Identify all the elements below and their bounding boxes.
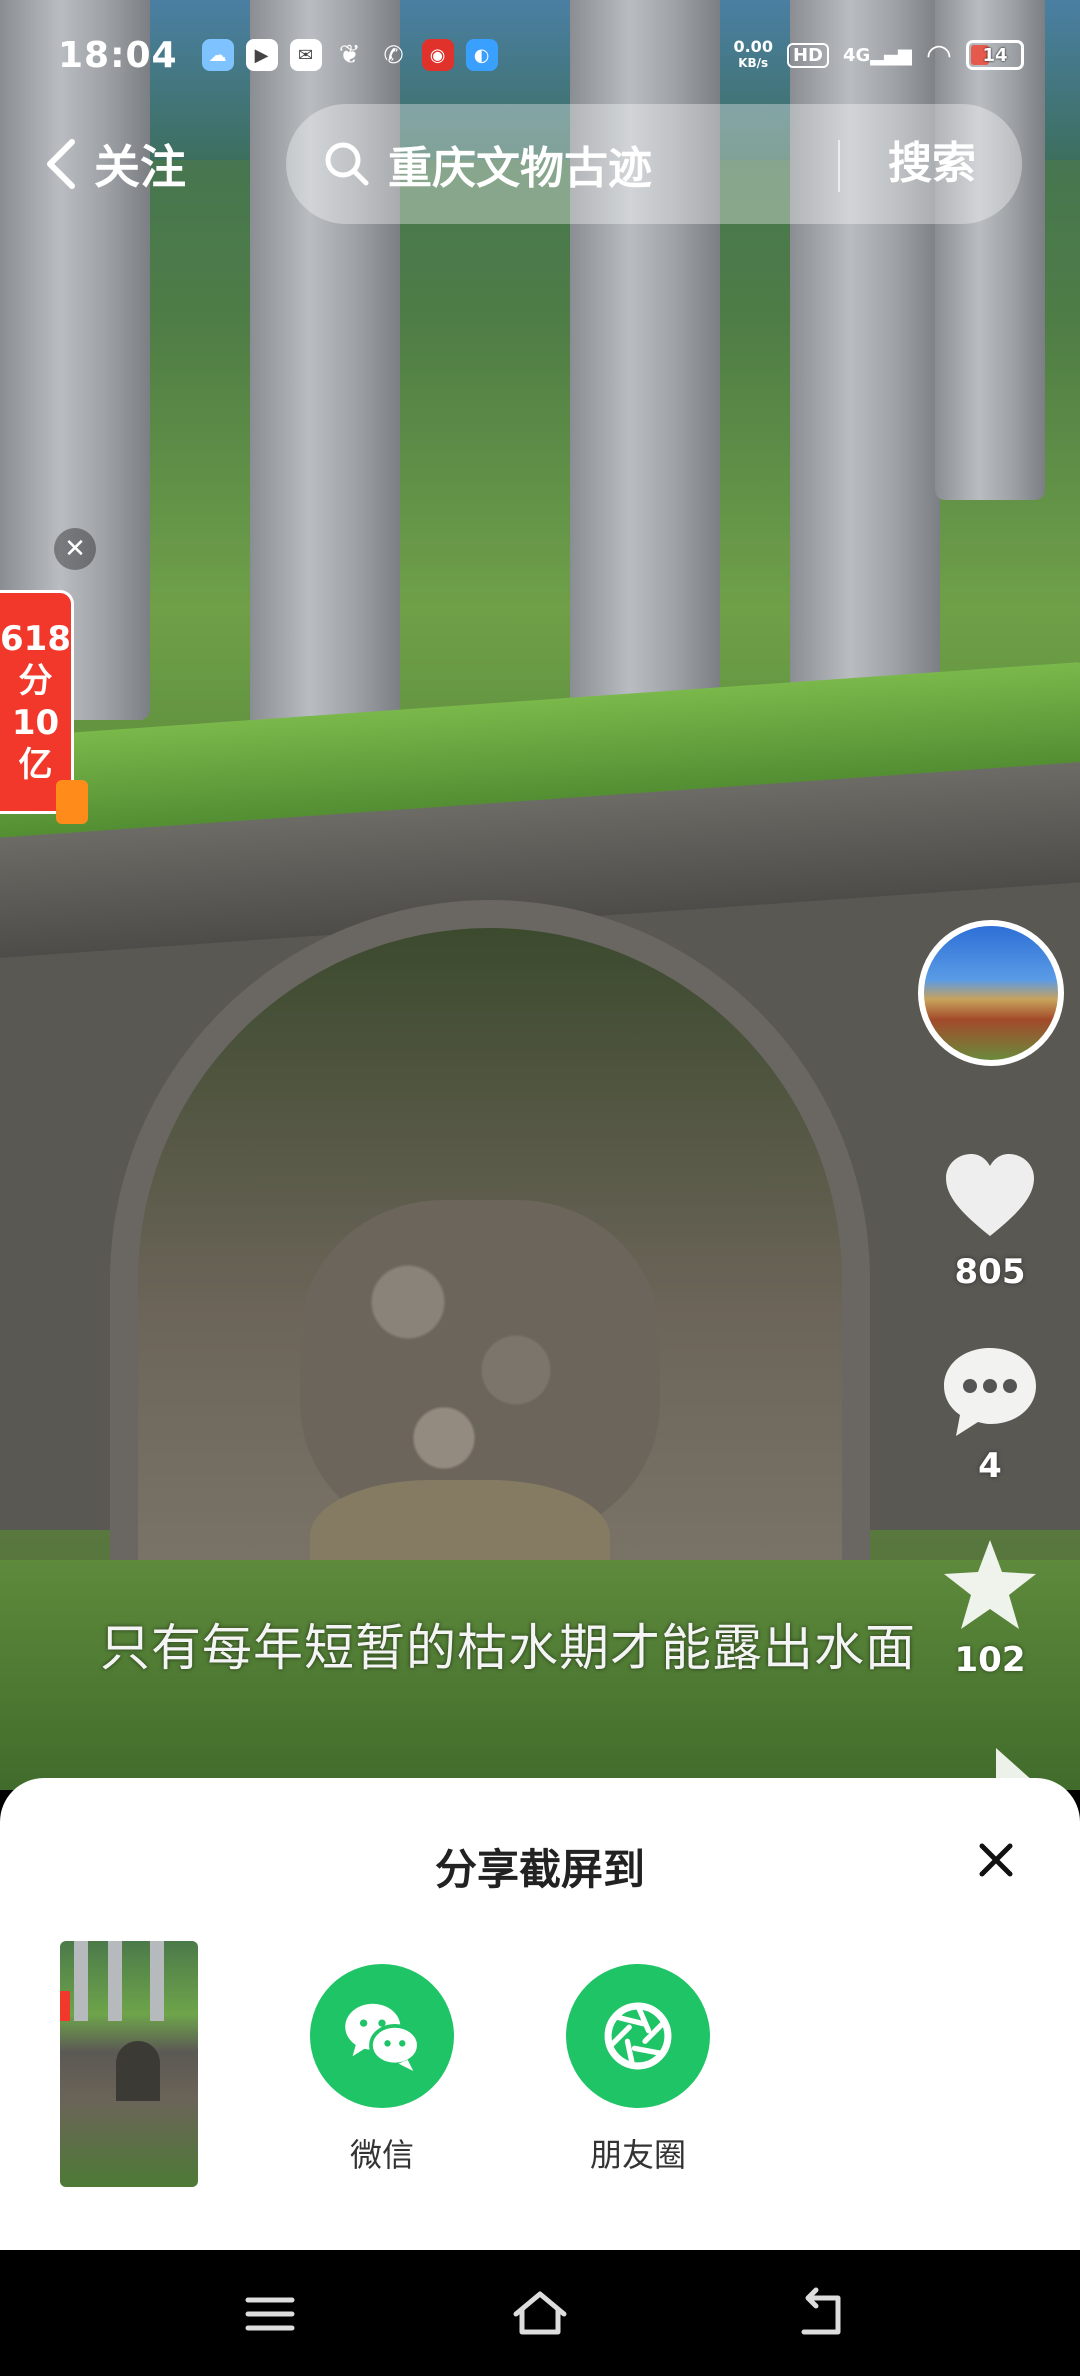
video-player[interactable] xyxy=(0,0,1080,1790)
share-moments[interactable]: 朋友圈 xyxy=(558,1964,718,2176)
share-button[interactable] xyxy=(930,1738,1050,1778)
signal-label: 4G xyxy=(842,44,871,66)
close-icon: ✕ xyxy=(64,534,86,564)
star-icon xyxy=(944,1540,1036,1629)
promo-text: 分 xyxy=(18,661,53,701)
search-button[interactable]: 搜索 xyxy=(888,104,976,224)
back-button[interactable]: 关注 xyxy=(40,124,186,204)
search-divider xyxy=(838,140,840,192)
promo-text: 亿 xyxy=(18,745,53,785)
red-envelope-icon xyxy=(56,780,88,824)
search-input[interactable]: 重庆文物古迹 xyxy=(388,132,652,196)
hd-badge: HD xyxy=(786,42,829,68)
like-button[interactable]: 805 xyxy=(930,1148,1050,1292)
wifi-icon: ◠ xyxy=(925,37,952,73)
heart-icon xyxy=(946,1154,1034,1236)
moments-icon xyxy=(566,1964,710,2108)
share-sheet-title: 分享截屏到 xyxy=(434,1845,645,1894)
search-bar[interactable]: 重庆文物古迹 搜索 xyxy=(286,104,1022,224)
favorite-button[interactable]: 102 xyxy=(930,1536,1050,1680)
top-nav: 关注 重庆文物古迹 搜索 xyxy=(0,104,1080,224)
favorite-count: 102 xyxy=(954,1640,1026,1680)
screenshot-thumbnail[interactable] xyxy=(60,1941,198,2187)
thumb-arch xyxy=(116,2041,160,2101)
share-icon xyxy=(996,1748,1030,1778)
thumb-pillar xyxy=(150,1941,164,2021)
share-moments-label: 朋友圈 xyxy=(589,2136,686,2174)
share-wechat-label: 微信 xyxy=(349,2136,414,2174)
system-nav-bar xyxy=(0,2250,1080,2376)
thumb-promo xyxy=(60,1991,70,2021)
promo-text: 618 xyxy=(0,619,71,659)
notification-icons: ☁ ▶ ✉ ❦ ✆ ◉ ◐ xyxy=(201,39,498,71)
battery-level: 14 xyxy=(982,44,1008,66)
like-count: 805 xyxy=(954,1252,1026,1292)
mail-app-icon: ✉ xyxy=(289,39,322,71)
net-speed-value: 0.00 xyxy=(733,37,773,56)
comment-icon xyxy=(944,1348,1036,1436)
home-icon[interactable] xyxy=(510,2284,570,2344)
status-bar: 18:04 ☁ ▶ ✉ ❦ ✆ ◉ ◐ 0.00 KB/s HD 4G▂▄▆ ◠… xyxy=(0,0,1080,110)
comment-button[interactable]: 4 xyxy=(930,1342,1050,1486)
video-app-icon: ▶ xyxy=(245,39,278,71)
wechat-icon xyxy=(310,1964,454,2108)
comment-count: 4 xyxy=(978,1446,1002,1486)
weather-app-icon: ☁ xyxy=(201,39,234,71)
wechat-notification-icon: ✆ xyxy=(383,41,404,69)
back-label: 关注 xyxy=(94,140,186,194)
video-caption: 只有每年短暂的枯水期才能露出水面 xyxy=(100,1619,916,1677)
news-app-icon: ◉ xyxy=(421,39,454,71)
net-speed: 0.00 KB/s xyxy=(733,39,772,71)
share-wechat[interactable]: 微信 xyxy=(302,1964,462,2176)
back-icon[interactable] xyxy=(792,2284,852,2344)
signal-icon: 4G▂▄▆ xyxy=(842,44,912,66)
promo-close-button[interactable]: ✕ xyxy=(54,528,96,570)
close-icon[interactable] xyxy=(976,1840,1016,1880)
battery-icon: 14 xyxy=(966,40,1024,70)
leaf-app-icon: ❦ xyxy=(338,40,361,70)
share-sheet: 分享截屏到 微信 朋友圈 xyxy=(0,1778,1080,2250)
browser-app-icon: ◐ xyxy=(465,39,498,71)
status-indicators: 0.00 KB/s HD 4G▂▄▆ ◠ 14 xyxy=(733,38,1024,73)
thumb-pillar xyxy=(74,1941,88,2021)
promo-text: 10 xyxy=(11,703,60,743)
author-avatar[interactable] xyxy=(918,920,1064,1066)
search-icon xyxy=(325,142,369,186)
status-time: 18:04 xyxy=(58,34,178,76)
net-speed-unit: KB/s xyxy=(738,56,769,70)
thumb-pillar xyxy=(108,1941,122,2021)
chevron-left-icon xyxy=(47,139,75,189)
menu-icon[interactable] xyxy=(240,2284,300,2344)
